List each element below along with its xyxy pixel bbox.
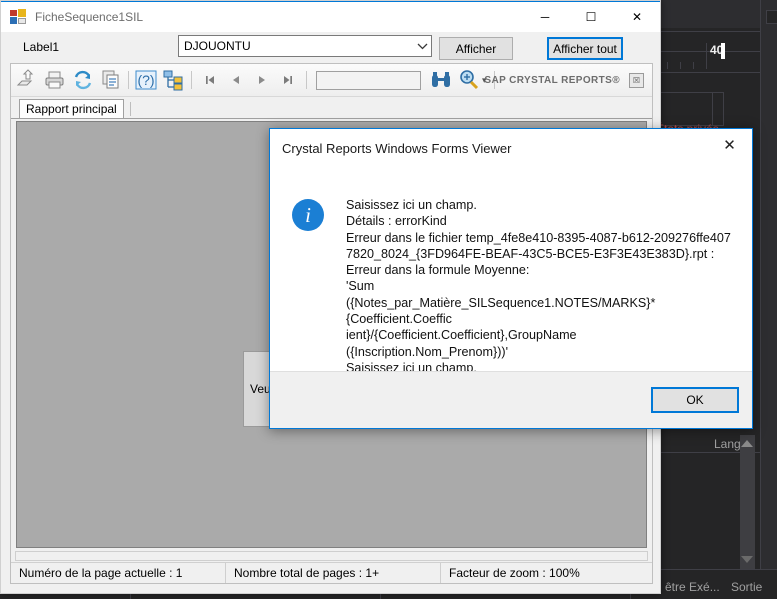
status-zoom-factor: Facteur de zoom : 100% xyxy=(449,566,580,580)
toolbar-separator-1 xyxy=(128,71,129,89)
magnifier-zoom-icon[interactable] xyxy=(457,68,481,92)
maximize-button[interactable]: ☐ xyxy=(568,2,614,31)
export-icon[interactable] xyxy=(15,68,39,92)
group-tree-icon[interactable] xyxy=(162,68,186,92)
ide-divider-ruler-bottom xyxy=(655,72,777,73)
dialog-footer: OK xyxy=(270,371,752,428)
ide-property-cell-2 xyxy=(712,92,724,126)
afficher-button[interactable]: Afficher xyxy=(439,37,513,60)
dialog-close-icon[interactable]: ✕ xyxy=(707,129,752,161)
ok-button[interactable]: OK xyxy=(651,387,739,413)
dialog-title: Crystal Reports Windows Forms Viewer xyxy=(282,140,512,156)
report-tabstrip: Rapport principal xyxy=(11,97,652,119)
svg-text:(?): (?) xyxy=(137,72,154,88)
sap-crystal-reports-brand: SAP CRYSTAL REPORTS® xyxy=(484,74,620,86)
toolbar-separator-3 xyxy=(306,71,307,89)
info-icon: i xyxy=(292,199,324,231)
window-title: FicheSequence1SIL xyxy=(35,10,144,24)
ide-scroll-up-icon[interactable] xyxy=(741,440,753,447)
form-icon xyxy=(10,9,26,25)
status-current-page: Numéro de la page actuelle : 1 xyxy=(11,563,226,583)
ide-text-caret xyxy=(721,43,725,59)
close-button[interactable]: ✕ xyxy=(614,2,660,31)
search-input[interactable] xyxy=(316,70,421,90)
help-icon[interactable]: (?) xyxy=(134,68,158,92)
viewer-toolbar: (?) ▾ SAP CRYSTAL REPORTS® ☒ xyxy=(11,64,652,97)
ide-scroll-down-icon[interactable] xyxy=(741,556,753,563)
refresh-icon[interactable] xyxy=(71,68,95,92)
status-total-pages: Nombre total de pages : 1+ xyxy=(226,563,441,583)
ide-tick-1 xyxy=(667,62,668,69)
copy-icon[interactable] xyxy=(99,68,123,92)
close-icon[interactable]: ☒ xyxy=(629,72,644,88)
first-page-icon[interactable] xyxy=(197,68,223,92)
dialog-titlebar[interactable]: Crystal Reports Windows Forms Viewer ✕ xyxy=(270,129,752,167)
binoculars-icon[interactable] xyxy=(429,68,453,92)
toolbar-separator-2 xyxy=(191,71,192,89)
ide-right-edge-panel xyxy=(761,0,777,599)
ide-right-chip xyxy=(766,10,777,24)
last-page-icon[interactable] xyxy=(275,68,301,92)
window-controls: ─ ☐ ✕ xyxy=(522,2,660,31)
dialog-message: Saisissez ici un champ. Détails : errorK… xyxy=(346,198,731,371)
tab-rapport-principal[interactable]: Rapport principal xyxy=(19,99,124,118)
ide-tick-3 xyxy=(693,62,694,69)
ide-taskbar-window-exec[interactable]: être Exé... xyxy=(665,580,720,594)
ide-toolbar-strip xyxy=(655,0,777,28)
ide-taskbar-output[interactable]: Sortie xyxy=(731,580,762,594)
print-icon[interactable] xyxy=(43,68,67,92)
ide-divider-top xyxy=(655,31,777,32)
next-page-icon[interactable] xyxy=(249,68,275,92)
dialog-body: i Saisissez ici un champ. Détails : erro… xyxy=(270,167,752,371)
tabstrip-divider xyxy=(129,102,131,116)
parameter-label: Label1 xyxy=(23,40,60,54)
report-horizontal-scrollbar[interactable] xyxy=(15,551,648,561)
window-titlebar[interactable]: FicheSequence1SIL ─ ☐ ✕ xyxy=(1,1,660,32)
chevron-down-icon[interactable] xyxy=(414,43,431,50)
error-dialog: Crystal Reports Windows Forms Viewer ✕ i… xyxy=(269,128,753,429)
combobox-value: DJOUONTU xyxy=(184,39,251,53)
ide-lang-label: Lang xyxy=(714,437,741,451)
ide-vertical-scrollbar[interactable] xyxy=(740,435,755,570)
ide-tick-4 xyxy=(706,43,707,69)
ide-tick-2 xyxy=(680,62,681,69)
afficher-tout-button[interactable]: Afficher tout xyxy=(547,37,623,60)
student-combobox[interactable]: DJOUONTU xyxy=(178,35,432,57)
viewer-statusbar: Numéro de la page actuelle : 1 Nombre to… xyxy=(11,562,652,583)
previous-page-icon[interactable] xyxy=(223,68,249,92)
minimize-button[interactable]: ─ xyxy=(522,2,568,31)
